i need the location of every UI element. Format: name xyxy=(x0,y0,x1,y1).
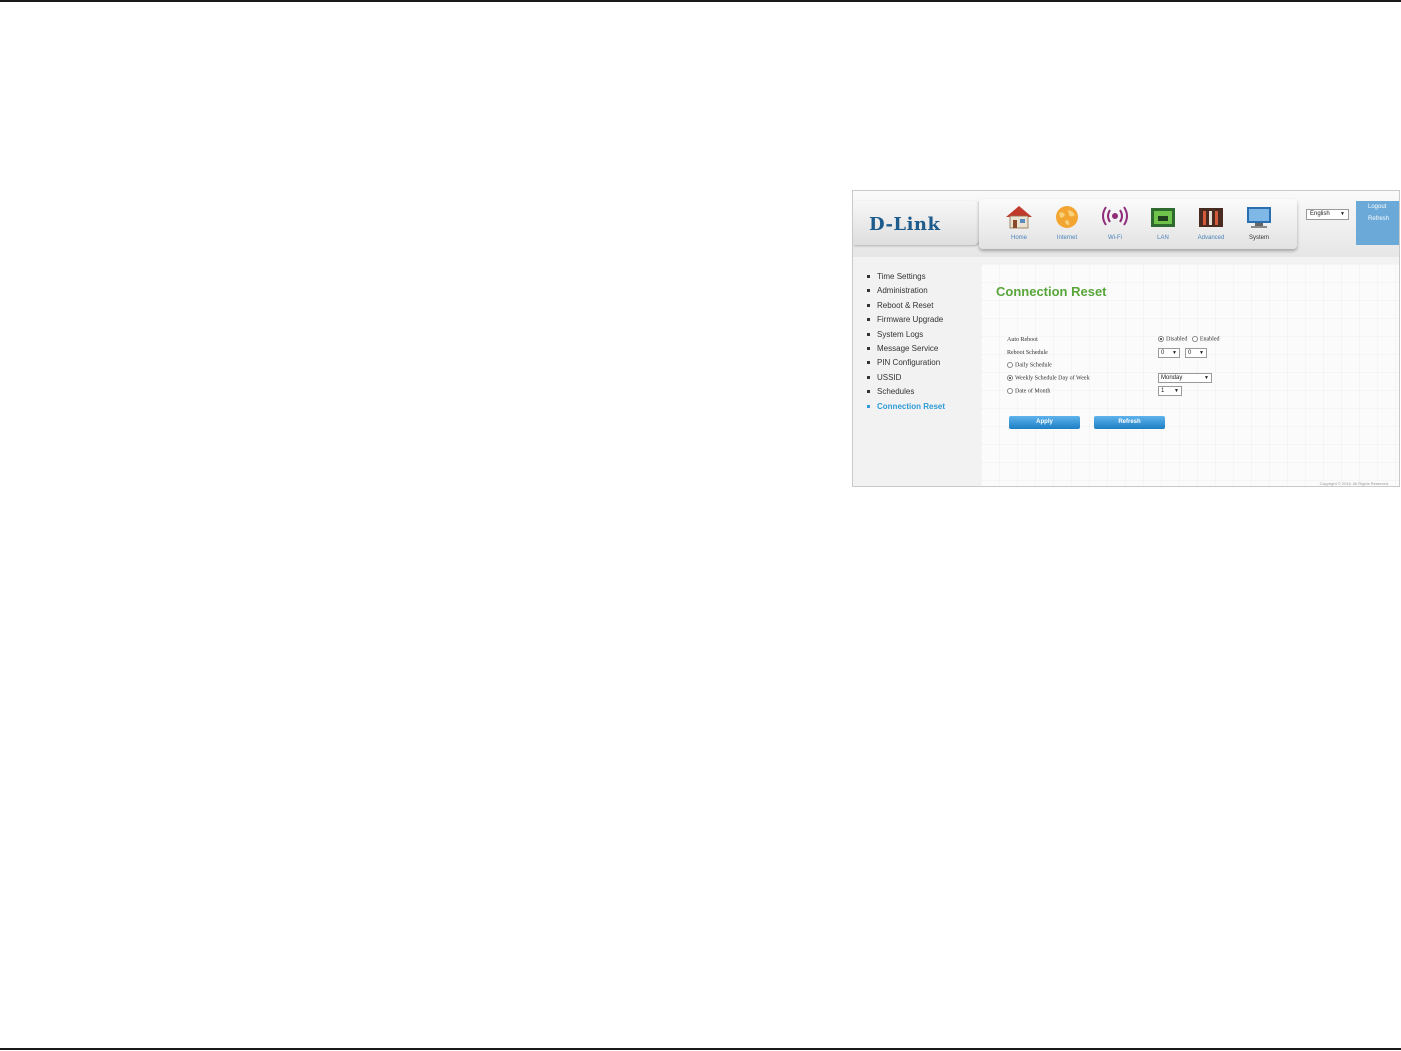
nav-wifi-label: Wi-Fi xyxy=(1108,235,1122,241)
nav-lan-label: LAN xyxy=(1157,235,1169,241)
chevron-down-icon: ▼ xyxy=(1172,350,1177,356)
nav-home[interactable]: Home xyxy=(997,203,1041,247)
chevron-down-icon: ▼ xyxy=(1340,211,1345,217)
sidebar-menu: Time Settings Administration Reboot & Re… xyxy=(865,271,945,415)
auto-reboot-enabled-radio[interactable] xyxy=(1191,336,1198,342)
language-select[interactable]: English ▼ xyxy=(1306,209,1349,220)
daily-schedule-radio[interactable] xyxy=(1007,362,1013,368)
top-rule xyxy=(0,0,1401,2)
reboot-minute-value: 0 xyxy=(1188,350,1192,356)
weekly-schedule-radio[interactable] xyxy=(1007,375,1013,381)
weekday-select[interactable]: Monday ▼ xyxy=(1158,373,1212,383)
auto-reboot-enabled-label: Enabled xyxy=(1199,336,1220,343)
nav-system[interactable]: System xyxy=(1237,203,1281,247)
date-of-month-value: 1 xyxy=(1161,388,1165,394)
chevron-down-icon: ▼ xyxy=(1174,388,1179,394)
top-nav: Home Internet Wi-Fi LAN Advanced System xyxy=(979,199,1297,249)
weekly-schedule-label: Weekly Schedule Day of Week xyxy=(1015,375,1090,382)
copyright-text: Copyright © 2016. All Rights Reserved. xyxy=(1319,481,1389,486)
apply-button[interactable]: Apply xyxy=(1009,416,1080,429)
date-of-month-select[interactable]: 1 ▼ xyxy=(1158,386,1182,396)
chevron-down-icon: ▼ xyxy=(1199,350,1204,356)
advanced-icon xyxy=(1197,205,1225,229)
page-title: Connection Reset xyxy=(996,284,1107,299)
nav-wifi[interactable]: Wi-Fi xyxy=(1093,203,1137,247)
globe-icon xyxy=(1053,205,1081,229)
dlink-logo: D-Link xyxy=(869,214,941,235)
bottom-rule xyxy=(0,1048,1401,1050)
chevron-down-icon: ▼ xyxy=(1204,375,1209,381)
logo-panel: D-Link xyxy=(853,201,979,245)
sidebar-item-reboot-reset[interactable]: Reboot & Reset xyxy=(865,300,945,314)
refresh-link[interactable]: Refresh xyxy=(1356,213,1399,225)
logout-link[interactable]: Logout xyxy=(1356,201,1399,213)
nav-advanced-label: Advanced xyxy=(1197,235,1225,241)
language-value: English xyxy=(1310,211,1330,217)
sidebar-item-ussid[interactable]: USSID xyxy=(865,372,945,386)
reboot-hour-select[interactable]: 0 ▼ xyxy=(1158,348,1180,358)
sidebar-item-firmware-upgrade[interactable]: Firmware Upgrade xyxy=(865,314,945,328)
reboot-schedule-label: Reboot Schedule xyxy=(1007,350,1048,356)
refresh-button[interactable]: Refresh xyxy=(1094,416,1165,429)
account-panel: Logout Refresh xyxy=(1356,201,1399,245)
system-icon xyxy=(1245,205,1273,229)
reboot-hour-value: 0 xyxy=(1161,350,1165,356)
auto-reboot-disabled-label: Disabled xyxy=(1166,336,1188,343)
date-of-month-label: Date of Month xyxy=(1015,388,1051,395)
auto-reboot-options: Disabled Enabled xyxy=(1158,336,1220,342)
weekday-value: Monday xyxy=(1161,375,1183,381)
daily-schedule-row: Daily Schedule xyxy=(1007,362,1052,368)
nav-lan[interactable]: LAN xyxy=(1141,203,1185,247)
lan-icon xyxy=(1149,205,1177,229)
header: D-Link Home Internet Wi-Fi LAN Advanced … xyxy=(853,191,1399,257)
nav-internet-label: Internet xyxy=(1056,235,1078,241)
sidebar-item-schedules[interactable]: Schedules xyxy=(865,386,945,400)
date-of-month-radio[interactable] xyxy=(1007,388,1013,394)
wifi-icon xyxy=(1101,205,1129,229)
main-panel: Connection Reset Auto Reboot Disabled En… xyxy=(981,264,1399,486)
sidebar-item-administration[interactable]: Administration xyxy=(865,285,945,299)
sidebar-item-time-settings[interactable]: Time Settings xyxy=(865,271,945,285)
sidebar-item-pin-configuration[interactable]: PIN Configuration xyxy=(865,357,945,371)
nav-home-label: Home xyxy=(1010,235,1027,241)
weekly-schedule-row: Weekly Schedule Day of Week xyxy=(1007,375,1090,381)
auto-reboot-label: Auto Reboot xyxy=(1007,337,1038,343)
nav-internet[interactable]: Internet xyxy=(1045,203,1089,247)
nav-system-label: System xyxy=(1248,235,1269,241)
date-of-month-row: Date of Month xyxy=(1007,388,1050,394)
reboot-minute-select[interactable]: 0 ▼ xyxy=(1185,348,1207,358)
daily-schedule-label: Daily Schedule xyxy=(1015,362,1052,369)
router-admin-screenshot: D-Link Home Internet Wi-Fi LAN Advanced … xyxy=(852,190,1400,487)
nav-advanced[interactable]: Advanced xyxy=(1189,203,1233,247)
sidebar-item-system-logs[interactable]: System Logs xyxy=(865,329,945,343)
sidebar-item-message-service[interactable]: Message Service xyxy=(865,343,945,357)
auto-reboot-disabled-radio[interactable] xyxy=(1158,336,1164,342)
home-icon xyxy=(1005,205,1033,229)
sidebar-item-connection-reset[interactable]: Connection Reset xyxy=(865,401,945,415)
